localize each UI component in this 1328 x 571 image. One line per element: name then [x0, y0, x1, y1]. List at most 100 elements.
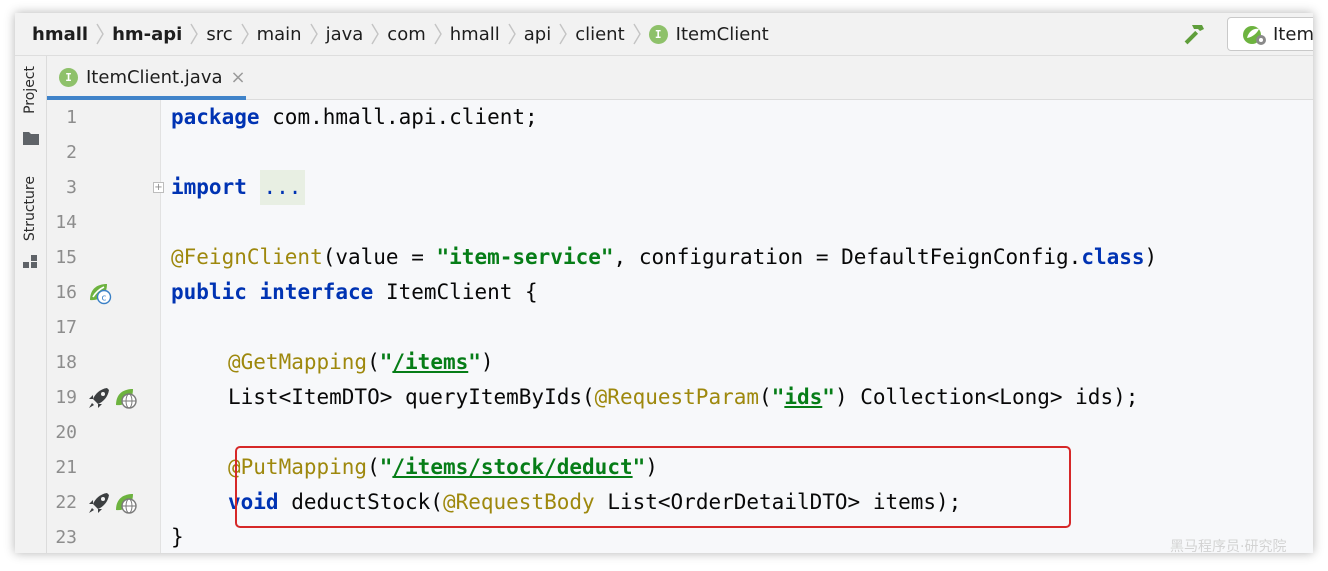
breadcrumb-item-api[interactable]: api	[524, 24, 551, 45]
close-icon[interactable]: ×	[231, 67, 246, 88]
code-line: 16 c public interface ItemClient {	[47, 275, 1313, 310]
breadcrumb: hmall hm-api src main java com hmall api…	[15, 13, 769, 55]
gutter-icons: c	[87, 281, 116, 305]
code-text: (value =	[322, 245, 437, 269]
line-number: 20	[55, 422, 77, 443]
code-line: 2	[47, 135, 1313, 170]
line-text: }	[171, 520, 184, 553]
structure-tool-button[interactable]: Structure	[15, 176, 46, 272]
svg-text:c: c	[102, 294, 107, 304]
spring-boot-icon	[1243, 26, 1266, 45]
chevron-right-icon	[363, 13, 387, 55]
breadcrumb-item-module[interactable]: hm-api	[112, 24, 182, 45]
code-line: 18 @GetMapping("/items")	[47, 345, 1313, 380]
run-configuration-dropdown[interactable]: ItemA	[1227, 17, 1313, 51]
gutter-icons	[87, 386, 141, 410]
line-number: 16	[55, 282, 77, 303]
code-line: 15 @FeignClient(value = "item-service", …	[47, 240, 1313, 275]
line-text: public interface ItemClient {	[171, 275, 538, 310]
code-text: ItemClient {	[373, 280, 538, 304]
line-number: 17	[55, 317, 77, 338]
keyword: class	[1081, 245, 1145, 269]
interface-icon: I	[59, 68, 78, 87]
keyword: import	[171, 175, 247, 199]
breadcrumb-item-client[interactable]: client	[575, 24, 624, 45]
spring-bean-icon[interactable]: c	[87, 281, 113, 305]
line-text: package com.hmall.api.client;	[171, 100, 538, 135]
line-number: 22	[55, 492, 77, 513]
folded-imports[interactable]: ...	[259, 170, 306, 205]
breadcrumb-item-hmall[interactable]: hmall	[450, 24, 500, 45]
code-text: )	[1144, 245, 1158, 269]
code-line: 3 + import ...	[47, 170, 1313, 205]
breadcrumb-item-label: ItemClient	[675, 23, 769, 45]
code-line: 14	[47, 205, 1313, 240]
folder-icon	[23, 132, 39, 145]
line-number: 19	[55, 387, 77, 408]
line-number: 23	[55, 527, 77, 548]
line-text: List<ItemDTO> queryItemByIds(@RequestPar…	[228, 385, 1139, 409]
param-link[interactable]: ids	[784, 385, 822, 409]
line-text: import ...	[171, 170, 306, 205]
breadcrumb-item-com[interactable]: com	[387, 24, 425, 45]
chevron-right-icon	[88, 13, 112, 55]
structure-icon	[23, 255, 37, 268]
code-line: 19 List<ItemDTO> queryItemByIds(@Request…	[47, 380, 1313, 415]
keyword: interface	[259, 280, 374, 304]
code-text: com.hmall.api.client;	[259, 105, 538, 129]
code-text: , configuration = DefaultFeignConfig.	[613, 245, 1082, 269]
url-link[interactable]: /items	[392, 350, 468, 374]
navigation-bar: hmall hm-api src main java com hmall api…	[15, 13, 1313, 56]
line-number: 15	[55, 247, 77, 268]
keyword: public	[171, 280, 247, 304]
chevron-right-icon	[625, 13, 649, 55]
code-line: 1 package com.hmall.api.client;	[47, 100, 1313, 135]
code-text: List<ItemDTO> queryItemByIds(	[228, 385, 595, 409]
line-number: 21	[55, 457, 77, 478]
breadcrumb-item-project[interactable]: hmall	[32, 24, 88, 45]
breadcrumb-item-src[interactable]: src	[206, 24, 232, 45]
code-text: }	[171, 525, 184, 549]
breadcrumb-item-java[interactable]: java	[326, 24, 364, 45]
breadcrumb-item-main[interactable]: main	[257, 24, 302, 45]
code-line: 20	[47, 415, 1313, 450]
breadcrumb-item-itemclient[interactable]: I ItemClient	[648, 23, 769, 45]
spring-web-icon[interactable]	[114, 386, 138, 410]
string-literal: "/items"	[379, 350, 481, 374]
project-tool-button[interactable]: Project	[15, 66, 46, 148]
interface-icon: I	[648, 24, 668, 44]
line-number: 1	[66, 107, 77, 128]
editor-tab-bar: I ItemClient.java ×	[47, 56, 1313, 100]
line-number: 3	[66, 177, 77, 198]
structure-tool-label: Structure	[22, 176, 38, 242]
string-literal: "item-service"	[436, 245, 614, 269]
chevron-right-icon	[182, 13, 206, 55]
project-tool-label: Project	[22, 66, 38, 114]
code-text: ) Collection<Long> ids);	[834, 385, 1139, 409]
line-text: @FeignClient(value = "item-service", con…	[171, 240, 1157, 275]
code-editor[interactable]: 1 package com.hmall.api.client; 2 3 + im…	[47, 100, 1313, 553]
tab-label: ItemClient.java	[86, 67, 223, 88]
watermark: 黑马程序员·研究院	[1170, 539, 1287, 553]
annotation: @RequestParam	[594, 385, 760, 409]
string-literal: "ids"	[771, 385, 835, 409]
line-text: @GetMapping("/items")	[228, 350, 494, 374]
tool-window-stripe: Project Structure	[15, 56, 47, 553]
rocket-icon[interactable]	[87, 386, 111, 410]
hammer-icon[interactable]	[1181, 22, 1207, 48]
highlight-box	[235, 446, 1071, 528]
rocket-icon[interactable]	[87, 491, 111, 515]
chevron-right-icon	[551, 13, 575, 55]
chevron-right-icon	[233, 13, 257, 55]
ide-window: hmall hm-api src main java com hmall api…	[15, 13, 1313, 553]
chevron-right-icon	[500, 13, 524, 55]
keyword: package	[171, 105, 260, 129]
tab-itemclient-java[interactable]: I ItemClient.java ×	[47, 56, 246, 100]
chevron-right-icon	[426, 13, 450, 55]
line-number: 14	[55, 212, 77, 233]
run-configuration-label: ItemA	[1273, 23, 1313, 45]
fold-expand-icon[interactable]: +	[153, 182, 164, 193]
gutter-icons	[87, 491, 141, 515]
annotation: @FeignClient	[171, 245, 323, 269]
spring-web-icon[interactable]	[114, 491, 138, 515]
